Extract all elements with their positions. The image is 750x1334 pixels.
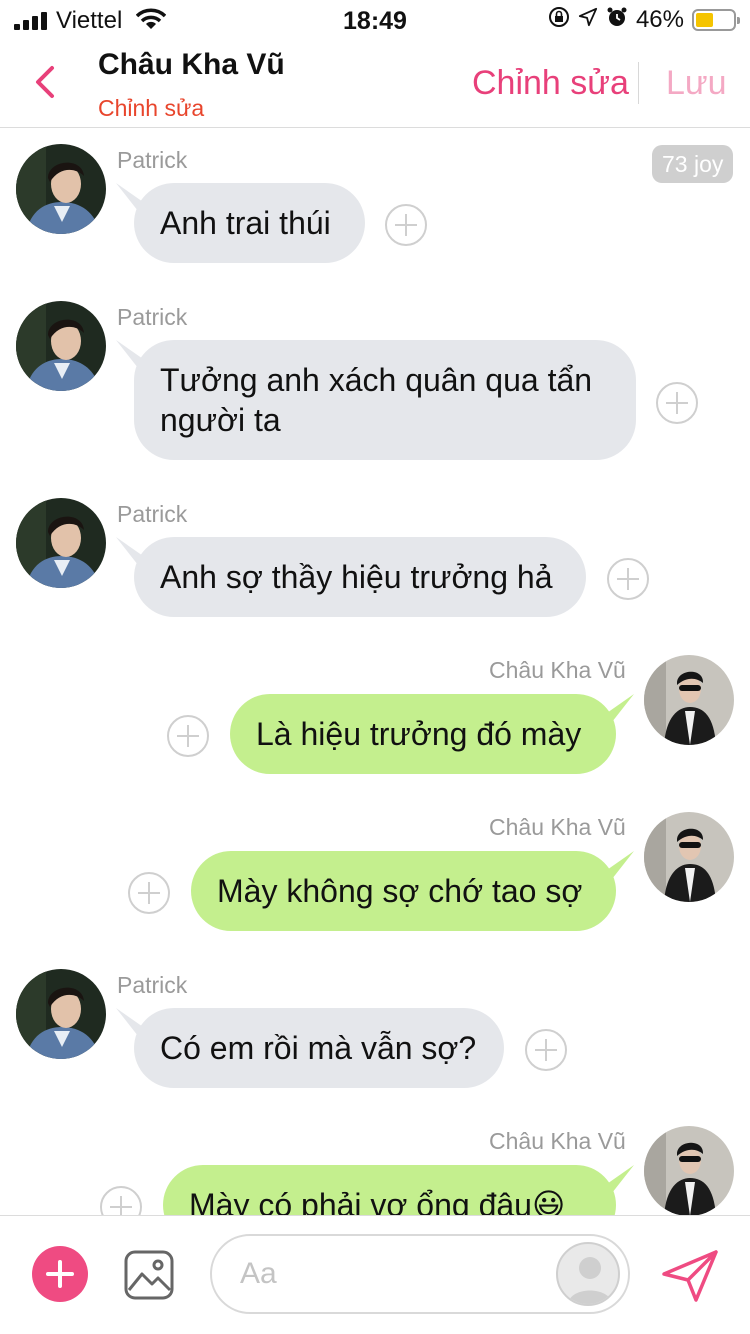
message-bubble[interactable]: Anh trai thúi xyxy=(134,183,365,263)
back-button[interactable] xyxy=(28,62,62,102)
message-list[interactable]: 73 joy Patrick Anh trai thúi Patrick Tưở… xyxy=(0,129,750,1215)
joy-badge: 73 joy xyxy=(652,145,734,183)
header-divider xyxy=(638,62,639,104)
avatar-patrick[interactable] xyxy=(16,144,106,234)
sender-name: Patrick xyxy=(117,972,188,998)
message-bubble[interactable]: Có em rồi mà vẫn sợ? xyxy=(134,1008,504,1088)
header-subtitle[interactable]: Chỉnh sửa xyxy=(98,95,204,122)
battery-icon xyxy=(692,9,740,31)
message-bubble[interactable]: Mày không sợ chớ tao sợ xyxy=(191,851,616,931)
send-icon xyxy=(662,1250,718,1302)
sender-name: Châu Kha Vũ xyxy=(489,814,626,840)
message-bubble[interactable]: Anh sợ thầy hiệu trưởng hả xyxy=(134,537,586,617)
battery-percent: 46% xyxy=(635,6,684,33)
battery-fill xyxy=(696,13,713,27)
save-button[interactable]: Lưu xyxy=(666,64,727,103)
avatar-patrick[interactable] xyxy=(16,969,106,1059)
image-icon xyxy=(124,1250,174,1300)
chat-header: Châu Kha Vũ Chỉnh sửa Chỉnh sửa Lưu xyxy=(0,40,750,128)
alarm-icon xyxy=(606,6,628,35)
edit-button[interactable]: Chỉnh sửa xyxy=(472,64,629,103)
contact-name[interactable]: Châu Kha Vũ xyxy=(98,48,285,82)
avatar-patrick[interactable] xyxy=(16,498,106,588)
location-icon xyxy=(578,6,598,34)
sender-name: Patrick xyxy=(117,147,188,173)
avatar-chau-kha-vu[interactable] xyxy=(644,655,734,745)
add-reaction-button[interactable] xyxy=(100,1186,142,1215)
status-bar: Viettel 18:49 46% xyxy=(0,0,750,40)
message-input-container xyxy=(210,1234,630,1314)
sender-name: Patrick xyxy=(117,501,188,527)
add-reaction-button[interactable] xyxy=(167,715,209,757)
avatar-chau-kha-vu[interactable] xyxy=(644,1126,734,1215)
avatar-placeholder-icon[interactable] xyxy=(556,1242,620,1306)
sender-name: Châu Kha Vũ xyxy=(489,657,626,683)
message-input[interactable] xyxy=(240,1254,540,1294)
add-reaction-button[interactable] xyxy=(385,204,427,246)
orientation-lock-icon xyxy=(548,6,570,35)
image-picker-button[interactable] xyxy=(124,1250,174,1300)
message-bubble[interactable]: Là hiệu trưởng đó mày xyxy=(230,694,616,774)
chevron-left-icon xyxy=(36,66,54,98)
add-reaction-button[interactable] xyxy=(128,872,170,914)
composer-bar xyxy=(0,1215,750,1334)
sender-name: Patrick xyxy=(117,304,188,330)
avatar-chau-kha-vu[interactable] xyxy=(644,812,734,902)
add-reaction-button[interactable] xyxy=(525,1029,567,1071)
message-bubble[interactable]: Tưởng anh xách quân qua tẩn người ta xyxy=(134,340,636,460)
message-bubble[interactable]: Mày có phải vợ ổng đâu😃 xyxy=(163,1165,616,1215)
send-button[interactable] xyxy=(660,1248,720,1304)
avatar-patrick[interactable] xyxy=(16,301,106,391)
add-reaction-button[interactable] xyxy=(656,382,698,424)
add-reaction-button[interactable] xyxy=(607,558,649,600)
sender-name: Châu Kha Vũ xyxy=(489,1128,626,1154)
add-button[interactable] xyxy=(32,1246,88,1302)
